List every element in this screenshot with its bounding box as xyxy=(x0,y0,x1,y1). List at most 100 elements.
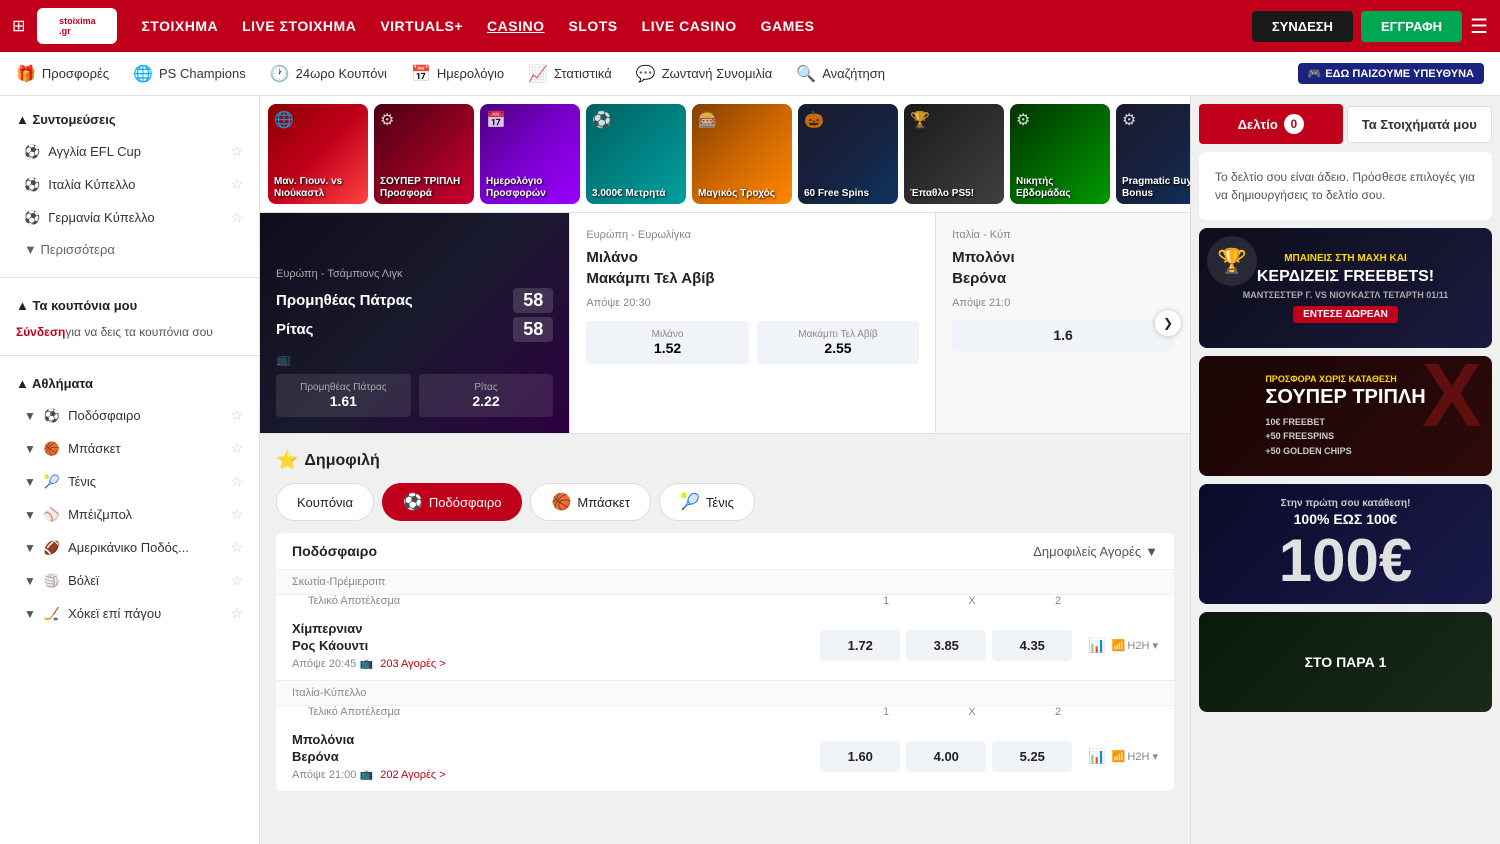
offers-icon: 📅 xyxy=(486,110,506,130)
odd-col-label-1: 2 xyxy=(1018,706,1098,718)
carousel-item-pragmatic[interactable]: ⚙ Pragmatic Buy Bonus xyxy=(1116,104,1190,204)
promo-ps-champions[interactable]: ΜΠΑΙΝΕΙΣ ΣΤΗ ΜΑΧΗ ΚΑΙ ΚΕΡΔΙΖΕΙΣ FREEBETS… xyxy=(1199,228,1492,348)
sidebar-my-coupons-header[interactable]: ▲ Τα κουπόνια μου xyxy=(0,290,259,321)
odd-col-label-1: 1 xyxy=(846,706,926,718)
sport-tab-basketball[interactable]: 🏀Μπάσκετ xyxy=(530,483,651,521)
second-nav-prosfores[interactable]: 🎁Προσφορές xyxy=(16,64,109,84)
markets-link-1[interactable]: 202 Αγορές > xyxy=(380,769,446,781)
chevron-down-icon: ▼ xyxy=(24,541,36,555)
betslip-tab-inactive[interactable]: Τα Στοιχήματά μου xyxy=(1347,106,1493,143)
logo[interactable]: stoixima.gr xyxy=(37,8,117,44)
sidebar-sport-american-football[interactable]: ▼🏈Αμερικάνικο Ποδός...☆ xyxy=(0,531,259,564)
nav-link-games[interactable]: GAMES xyxy=(761,18,815,34)
sidebar-sport-football[interactable]: ▼⚽Ποδόσφαιρο☆ xyxy=(0,399,259,432)
nav-link-live-casino[interactable]: LIVE CASINO xyxy=(642,18,737,34)
second-nav-24h-coupon[interactable]: 🕐24ωρο Κουπόνι xyxy=(270,64,387,84)
sport-tab-football[interactable]: ⚽Ποδόσφαιρο xyxy=(382,483,523,521)
big-match-odd1[interactable]: Προμηθέας Πάτρας 1.61 xyxy=(276,374,411,417)
odd-btn-0-1[interactable]: 3.85 xyxy=(906,630,986,661)
odd-btn-1-0[interactable]: 1.60 xyxy=(820,741,900,772)
carousel-item-free-spins[interactable]: 🎃 60 Free Spins xyxy=(798,104,898,204)
big-match-center-league: Ευρώπη - Ευρωλίγκα xyxy=(586,229,919,241)
second-nav-stats[interactable]: 📈Στατιστικά xyxy=(528,64,612,84)
free-spins-label: 60 Free Spins xyxy=(798,184,898,204)
carousel-item-nikitis[interactable]: ⚙ Νικητής Εβδομάδας xyxy=(1010,104,1110,204)
football-tab-icon: ⚽ xyxy=(403,492,423,512)
carousel-item-super-tripla[interactable]: ⚙ ΣΟΥΠΕΡ ΤΡΙΠΛΗ Προσφορά xyxy=(374,104,474,204)
carousel-item-ps-champions[interactable]: 🌐 Μαν. Γιουν. vs Νιούκαστλ xyxy=(268,104,368,204)
second-nav-search[interactable]: 🔍Αναζήτηση xyxy=(796,64,885,84)
sidebar-sport-volleyball[interactable]: ▼🏐Βόλεϊ☆ xyxy=(0,564,259,597)
big-match-left-odds: Προμηθέας Πάτρας 1.61 Ρίτας 2.22 xyxy=(276,374,553,417)
sidebar-shortcuts-section: ▲ Συντομεύσεις ⚽Αγγλία EFL Cup☆⚽Ιταλία Κ… xyxy=(0,96,259,273)
carousel-item-metrita[interactable]: ⚽ 3.000€ Μετρητά xyxy=(586,104,686,204)
odd-btn-1-1[interactable]: 4.00 xyxy=(906,741,986,772)
h2h-icon-1: 📶 xyxy=(1112,750,1126,763)
sidebar-sport-hockey[interactable]: ▼🏒Χόκεϊ επί πάγου☆ xyxy=(0,597,259,630)
sidebar-login-anchor[interactable]: Σύνδεση xyxy=(16,325,65,339)
market-selector[interactable]: Δημοφιλείς Αγορές ▼ xyxy=(1033,544,1158,559)
carousel-item-magic-wheel[interactable]: 🎰 Μαγικός Τροχός xyxy=(692,104,792,204)
promo-super-tripla[interactable]: X ΠΡΟΣΦΟΡΑ ΧΩΡΙΣ ΚΑΤΑΘΕΣΗ ΣΟΥΠΕΡ ΤΡΙΠΛΗ … xyxy=(1199,356,1492,476)
sidebar-sport-basketball[interactable]: ▼🏀Μπάσκετ☆ xyxy=(0,432,259,465)
big-match-right-team1: Μπολόνι xyxy=(952,249,1174,266)
sport-tab-tennis[interactable]: 🎾Τένις xyxy=(659,483,755,521)
second-nav-calendar[interactable]: 📅Ημερολόγιο xyxy=(411,64,504,84)
markets-link-0[interactable]: 203 Αγορές > xyxy=(380,658,446,670)
carousel-item-ps-battles[interactable]: 🏆 Έπαθλο PS5! xyxy=(904,104,1004,204)
offers-label: Ημερολόγιο Προσφορών xyxy=(480,172,580,204)
ps-champions-icon: 🌐 xyxy=(133,64,153,84)
second-nav-live-chat[interactable]: 💬Ζωντανή Συνομιλία xyxy=(636,64,772,84)
center-odd1[interactable]: Μιλάνο 1.52 xyxy=(586,321,748,364)
sidebar-sport-tennis[interactable]: ▼🎾Τένις☆ xyxy=(0,465,259,498)
big-match-center: Ευρώπη - Ευρωλίγκα Μιλάνο Μακάμπι Τελ Αβ… xyxy=(569,213,936,433)
signin-button[interactable]: ΣΥΝΔΕΣΗ xyxy=(1252,11,1353,42)
sidebar-sport-beachvolley[interactable]: ▼⚾Μπέιζμπολ☆ xyxy=(0,498,259,531)
star-icon: ☆ xyxy=(230,572,243,589)
big-match-right-nav[interactable]: ❯ xyxy=(1154,309,1182,337)
promo-para1[interactable]: ΣΤΟ ΠΑΡΑ 1 xyxy=(1199,612,1492,712)
sidebar-shortcuts-header[interactable]: ▲ Συντομεύσεις xyxy=(0,104,259,135)
sidebar-sports-header[interactable]: ▲ Αθλήματα xyxy=(0,368,259,399)
carousel-item-offers[interactable]: 📅 Ημερολόγιο Προσφορών xyxy=(480,104,580,204)
england-efl-label: Αγγλία EFL Cup xyxy=(48,144,141,159)
stats-icon-1[interactable]: 📊 xyxy=(1088,748,1105,765)
result-label-0: Τελικό Αποτέλεσμα xyxy=(308,595,400,607)
nav-link-stoixima[interactable]: ΣΤΟΙΧΗΜΑ xyxy=(141,18,218,34)
center-odd2[interactable]: Μακάμπι Τελ Αβίβ 2.55 xyxy=(757,321,919,364)
betslip-tab-active[interactable]: Δελτίο 0 xyxy=(1199,104,1343,144)
italy-cup-label: Ιταλία Κύπελλο xyxy=(48,177,135,192)
nav-link-casino[interactable]: CASINO xyxy=(487,18,544,34)
sidebar-shortcut-england-efl[interactable]: ⚽Αγγλία EFL Cup☆ xyxy=(0,135,259,168)
ps-champions-icon: 🌐 xyxy=(274,110,294,130)
odds-group-1: 1.604.005.25 xyxy=(820,741,1072,772)
nav-link-slots[interactable]: SLOTS xyxy=(568,18,617,34)
sport-tab-coupons[interactable]: Κουπόνια xyxy=(276,483,374,521)
stats-icon-0[interactable]: 📊 xyxy=(1088,637,1105,654)
sidebar-more[interactable]: ▼ Περισσότερα xyxy=(0,234,259,265)
register-button[interactable]: ΕΓΓΡΑΦΗ xyxy=(1361,11,1462,42)
nav-link-live-stoixima[interactable]: LIVE ΣΤΟΙΧΗΜΑ xyxy=(242,18,356,34)
prosfores-icon: 🎁 xyxy=(16,64,36,84)
basketball-label: Μπάσκετ xyxy=(68,441,121,456)
big-match-odd2[interactable]: Ρίτας 2.22 xyxy=(419,374,554,417)
right-panel: Δελτίο 0 Τα Στοιχήματά μου Το δελτίο σου… xyxy=(1190,96,1500,844)
h2h-btn-1[interactable]: 📶 H2H ▾ xyxy=(1112,750,1158,763)
american-football-icon: 🏈 xyxy=(44,540,60,556)
grid-icon[interactable]: ⊞ xyxy=(12,16,25,36)
stats-label: Στατιστικά xyxy=(554,66,612,81)
odd-btn-0-2[interactable]: 4.35 xyxy=(992,630,1072,661)
h2h-btn-0[interactable]: 📶 H2H ▾ xyxy=(1112,639,1158,652)
main-content: 🌐 Μαν. Γιουν. vs Νιούκαστλ ⚙ ΣΟΥΠΕΡ ΤΡΙΠ… xyxy=(260,96,1190,844)
second-nav-ps-champions[interactable]: 🌐PS Champions xyxy=(133,64,246,84)
sidebar-shortcut-italy-cup[interactable]: ⚽Ιταλία Κύπελλο☆ xyxy=(0,168,259,201)
tennis-label: Τένις xyxy=(68,474,96,489)
ps-battles-icon: 🏆 xyxy=(910,110,930,130)
hamburger-icon[interactable]: ☰ xyxy=(1470,14,1488,39)
odd-btn-1-2[interactable]: 5.25 xyxy=(992,741,1072,772)
promo-100[interactable]: Στην πρώτη σου κατάθεση! 100% ΕΩΣ 100€ 1… xyxy=(1199,484,1492,604)
nav-link-virtuals[interactable]: VIRTUALS+ xyxy=(380,18,463,34)
sidebar-shortcut-germany-cup[interactable]: ⚽Γερμανία Κύπελλο☆ xyxy=(0,201,259,234)
second-nav: 🎁Προσφορές 🌐PS Champions 🕐24ωρο Κουπόνι 📅Ημ… xyxy=(0,52,1500,96)
odd-btn-0-0[interactable]: 1.72 xyxy=(820,630,900,661)
